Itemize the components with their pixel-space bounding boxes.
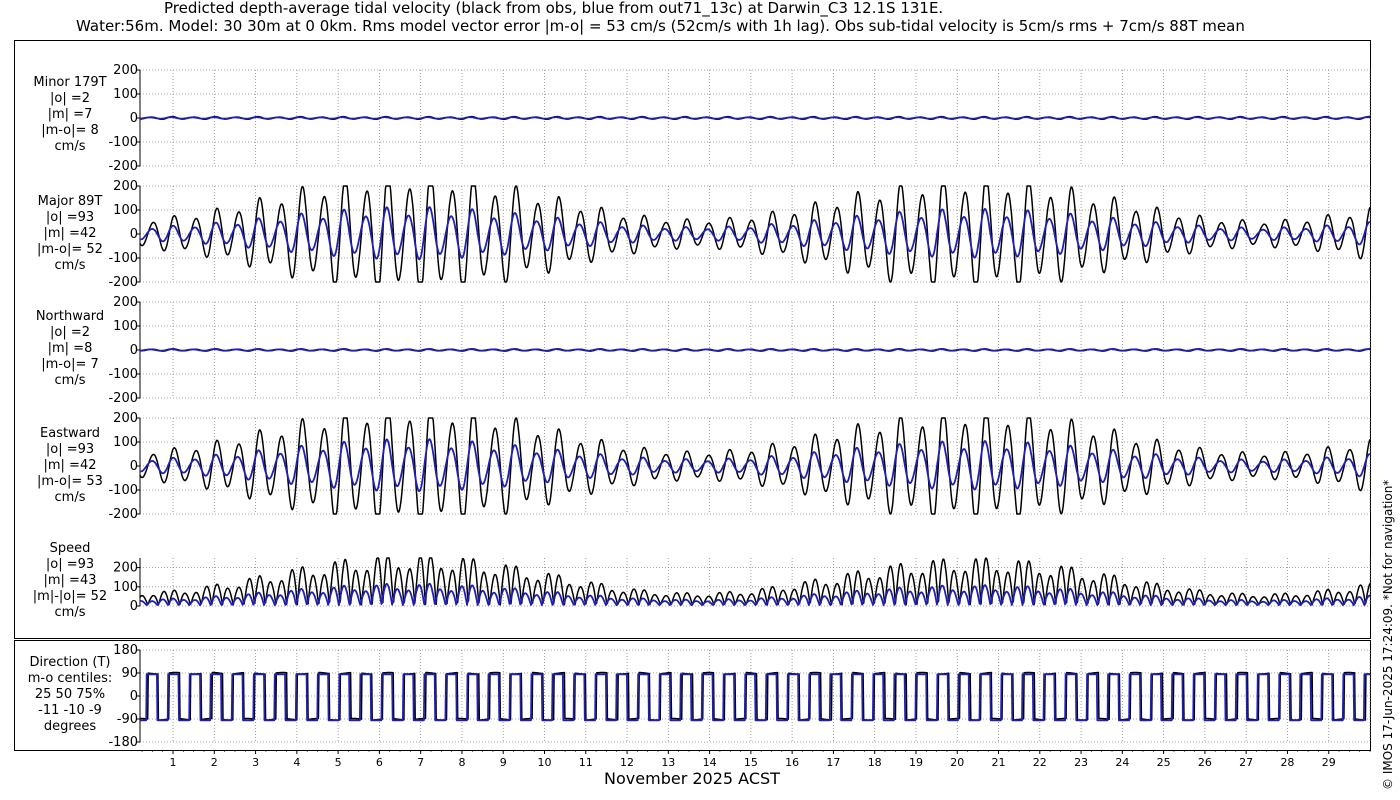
panel-label-line: |m-o|= 53 [37, 474, 103, 489]
panel-label-line: degrees [44, 719, 97, 734]
x-tick-label: 17 [826, 756, 840, 769]
x-tick-label: 1 [170, 756, 177, 769]
panel-label-line: 25 50 75% [35, 687, 105, 702]
panel-label-line: cm/s [55, 373, 86, 388]
panel-label-line: |m| =42 [44, 226, 97, 241]
x-tick-label: 19 [909, 756, 923, 769]
panel-label-line: |o| =93 [46, 557, 94, 572]
x-tick-label: 4 [293, 756, 300, 769]
y-tick-label: 100 [113, 319, 138, 334]
y-tick-label: 200 [113, 63, 138, 78]
x-tick-label: 13 [661, 756, 675, 769]
x-axis-label: November 2025 ACST [604, 769, 780, 788]
panel-label-line: |m| =8 [48, 341, 93, 356]
obs-series-speed [139, 557, 1371, 606]
panel-label-line: |m-o|= 8 [41, 123, 99, 138]
panel-label-line: -11 -10 -9 [38, 703, 102, 718]
x-tick-label: 25 [1157, 756, 1171, 769]
x-tick-label: 21 [992, 756, 1006, 769]
x-tick-label: 9 [500, 756, 507, 769]
panel-label-line: Minor 179T [33, 75, 106, 90]
panel-label-line: Major 89T [38, 194, 103, 209]
model-series-major [139, 206, 1371, 261]
y-tick-label: -200 [108, 507, 138, 522]
axis-and-panel-labels: 2001000-100-200Minor 179T|o| =2|m| =7|m-… [28, 63, 1371, 769]
copyright-notice: © IMOS 17-Jun-2025 17:24:09. *Not for na… [1381, 479, 1395, 790]
panel-label-line: Speed [50, 541, 91, 556]
panel-label-line: Direction (T) [30, 655, 111, 670]
y-tick-label: -100 [108, 483, 138, 498]
x-tick-label: 20 [950, 756, 964, 769]
x-tick-label: 3 [252, 756, 259, 769]
y-tick-label: 100 [113, 580, 138, 595]
x-tick-label: 6 [376, 756, 383, 769]
y-tick-label: 100 [113, 435, 138, 450]
y-tick-label: 200 [113, 561, 138, 576]
x-tick-label: 11 [579, 756, 593, 769]
y-tick-label: -200 [108, 275, 138, 290]
panel-label-line: |m| =43 [44, 573, 97, 588]
y-tick-label: 0 [130, 689, 138, 704]
x-tick-label: 29 [1322, 756, 1336, 769]
x-tick-label: 23 [1074, 756, 1088, 769]
y-tick-label: 0 [130, 343, 138, 358]
y-tick-label: -100 [108, 251, 138, 266]
x-tick-label: 7 [417, 756, 424, 769]
x-tick-label: 22 [1033, 756, 1047, 769]
panel-label-line: |m|-|o|= 52 [33, 589, 107, 604]
y-tick-label: 200 [113, 295, 138, 310]
y-tick-label: -90 [117, 712, 138, 727]
y-tick-label: 200 [113, 179, 138, 194]
x-tick-label: 26 [1198, 756, 1212, 769]
grid-lines [136, 69, 1371, 743]
x-tick-label: 16 [785, 756, 799, 769]
x-tick-label: 18 [868, 756, 882, 769]
panel-label-line: |o| =93 [46, 210, 94, 225]
y-tick-label: 100 [113, 203, 138, 218]
data-series [139, 115, 1371, 722]
panel-label-line: |o| =93 [46, 442, 94, 457]
panel-label-line: cm/s [55, 490, 86, 505]
panel-label-line: Northward [36, 309, 104, 324]
y-tick-label: -100 [108, 367, 138, 382]
panel-label-line: |o| =2 [50, 91, 90, 106]
panel-label-line: |o| =2 [50, 325, 90, 340]
panel-label-line: cm/s [55, 139, 86, 154]
x-tick-label: 27 [1239, 756, 1253, 769]
x-tick-label: 15 [744, 756, 758, 769]
y-tick-label: -200 [108, 159, 138, 174]
panel-label-line: cm/s [55, 258, 86, 273]
x-tick-label: 10 [537, 756, 551, 769]
panel-label-line: |m| =7 [48, 107, 93, 122]
x-tick-label: 12 [620, 756, 634, 769]
panel-label-line: |m| =42 [44, 458, 97, 473]
y-tick-label: 0 [130, 227, 138, 242]
y-tick-label: -180 [108, 735, 138, 750]
upper-frame [14, 40, 1371, 639]
y-tick-label: -200 [108, 391, 138, 406]
tidal-velocity-figure: 2001000-100-200Minor 179T|o| =2|m| =7|m-… [14, 40, 1371, 788]
panel-label-line: |m-o|= 7 [41, 357, 99, 372]
y-tick-label: 100 [113, 87, 138, 102]
x-tick-label: 28 [1280, 756, 1294, 769]
y-tick-label: 180 [113, 643, 138, 658]
x-tick-label: 2 [211, 756, 218, 769]
panel-label-line: m-o centiles: [28, 671, 113, 686]
model-series-eastward [139, 438, 1371, 493]
x-tick-label: 14 [703, 756, 717, 769]
y-tick-label: 200 [113, 411, 138, 426]
y-tick-label: 0 [130, 111, 138, 126]
panel-label-line: Eastward [40, 426, 100, 441]
x-tick-label: 24 [1115, 756, 1129, 769]
y-tick-label: 0 [130, 459, 138, 474]
x-tick-label: 8 [458, 756, 465, 769]
panel-label-line: |m-o|= 52 [37, 242, 103, 257]
x-tick-label: 5 [335, 756, 342, 769]
model-series-direction [139, 673, 1371, 722]
y-tick-label: -100 [108, 135, 138, 150]
y-tick-label: 0 [130, 599, 138, 614]
y-tick-label: 90 [121, 666, 138, 681]
panel-label-line: cm/s [55, 605, 86, 620]
